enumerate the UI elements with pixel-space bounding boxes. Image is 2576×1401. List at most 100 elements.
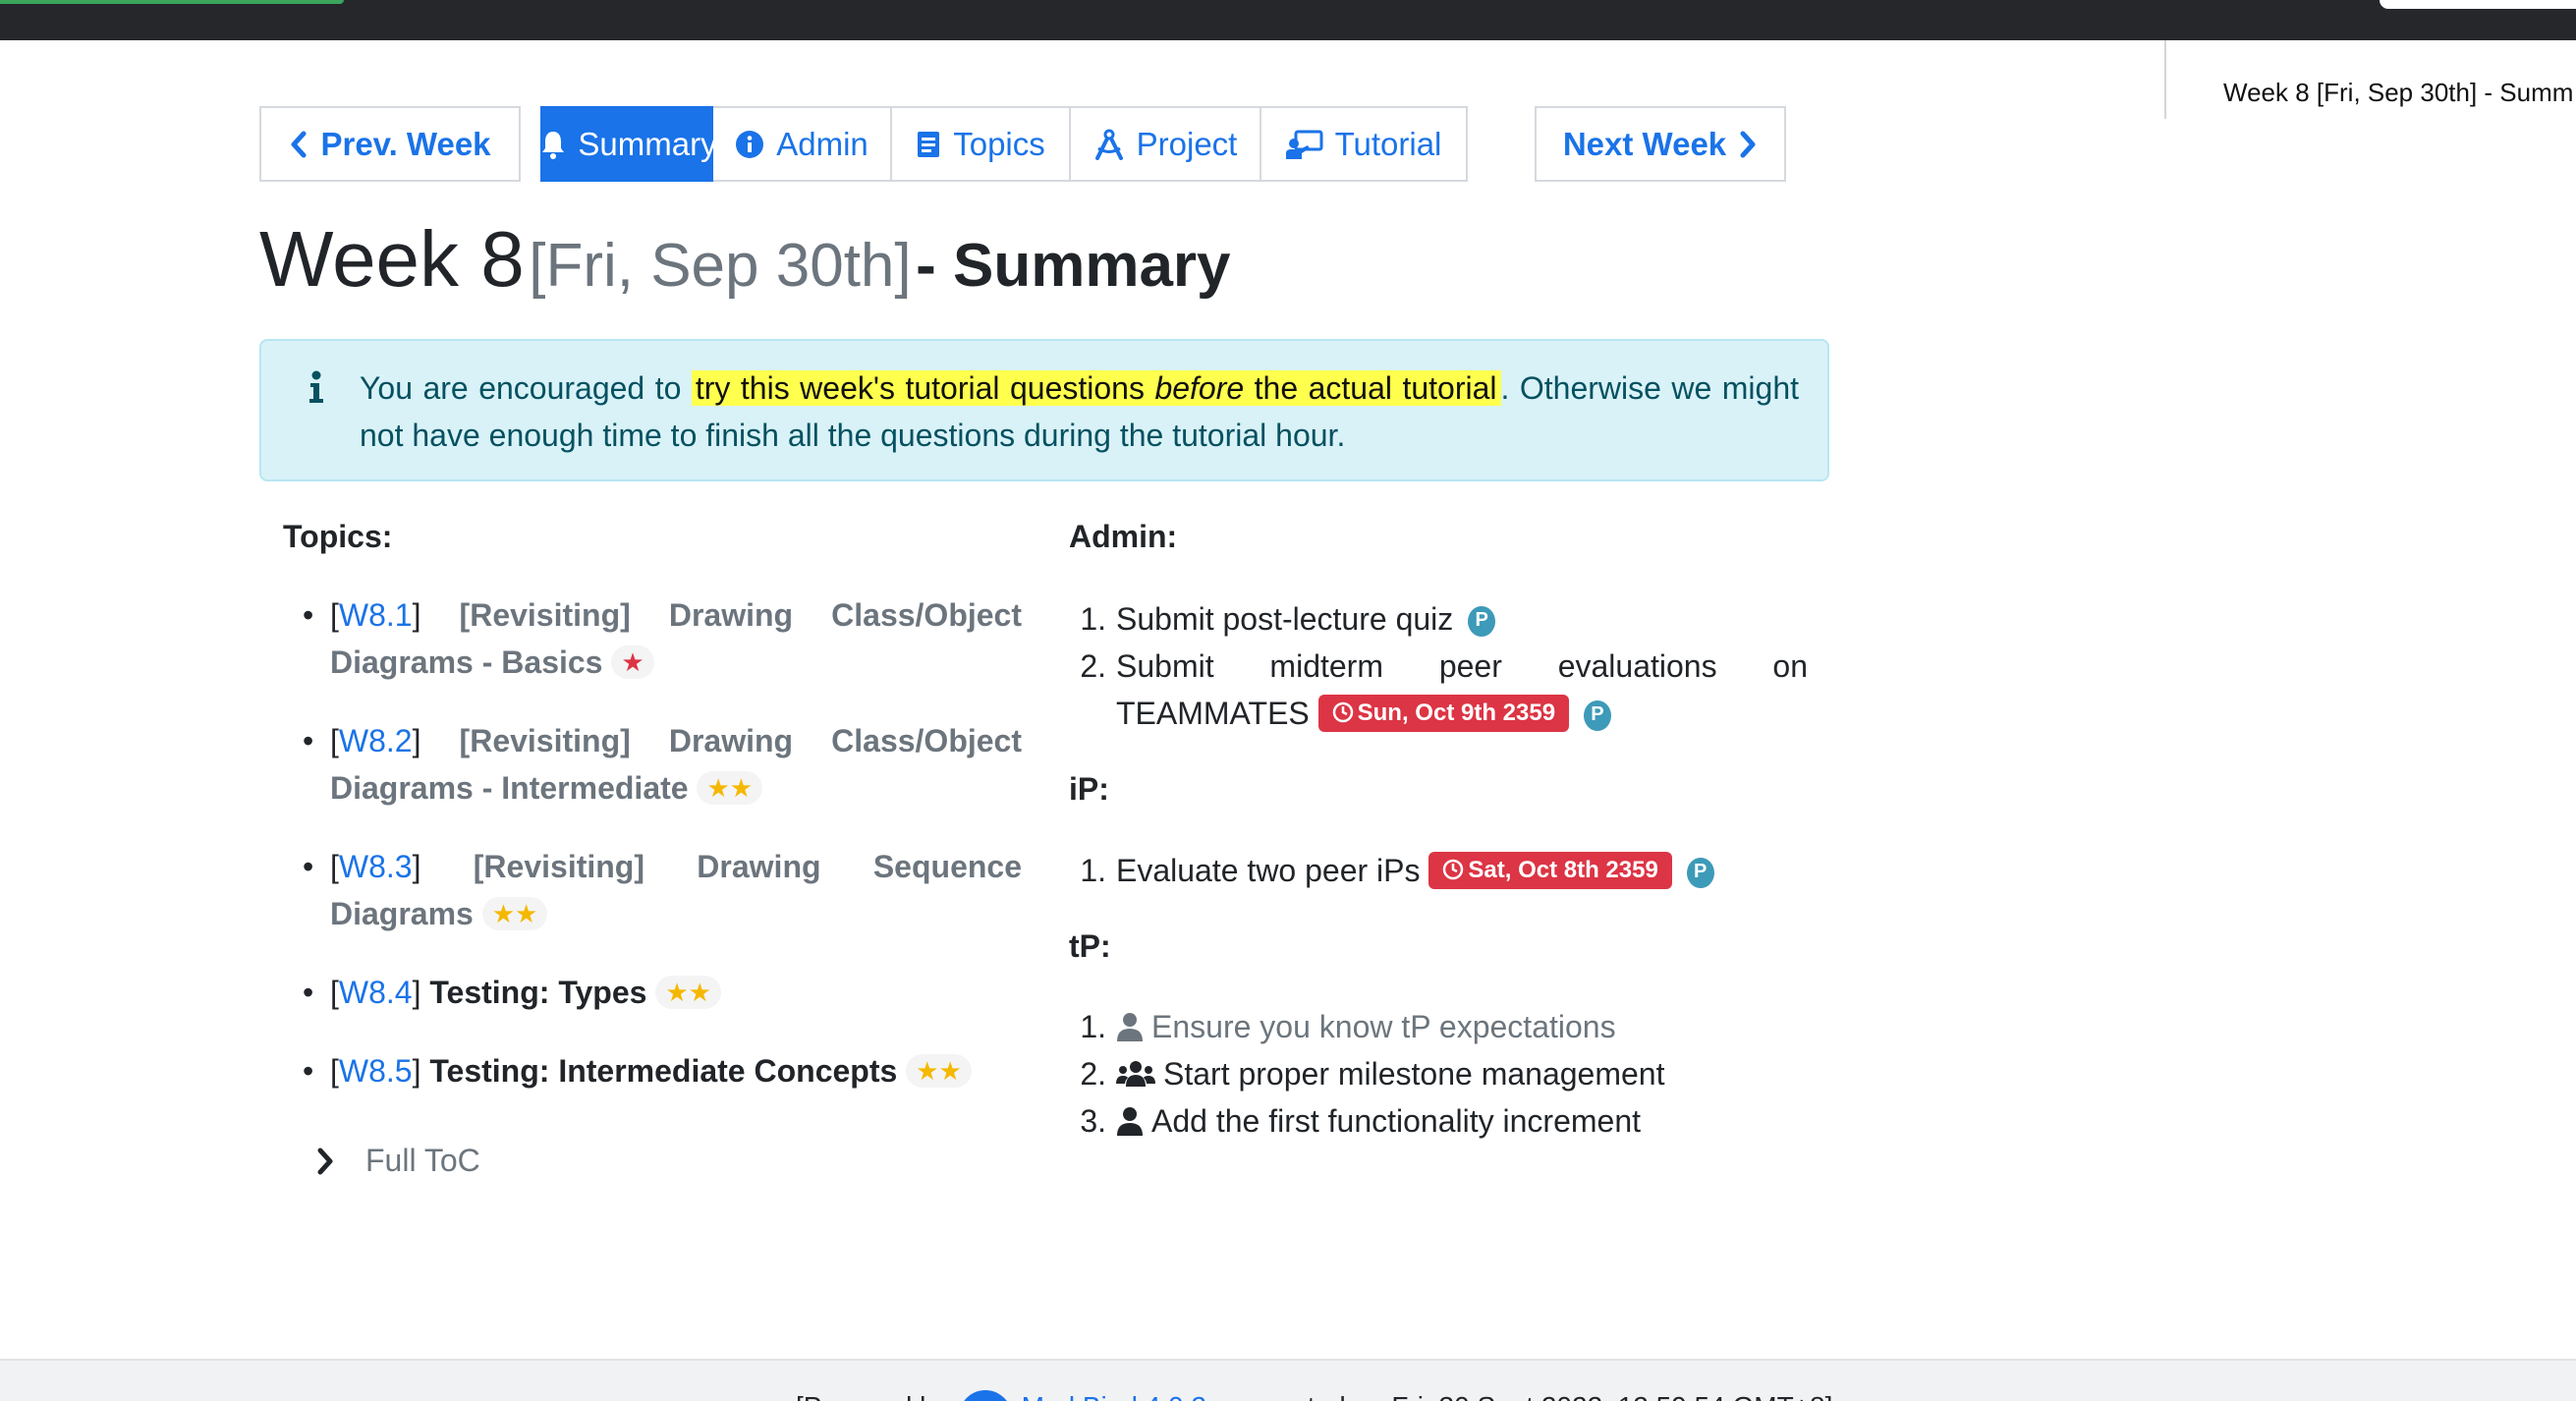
tab-project-label: Project [1136, 125, 1238, 162]
clock-icon [1443, 859, 1464, 880]
footer: [Powered by MarkBind 4.0.2, generated on … [0, 1359, 2576, 1401]
week-date: [Fri, Sep 30th] [529, 232, 912, 300]
list-number: 2. [1080, 648, 1106, 684]
list-number: 1. [1080, 601, 1106, 637]
user-icon [1117, 1107, 1143, 1136]
topics-heading: Topics: [283, 519, 393, 554]
page-title: Week 8 [Fri, Sep 30th] - Summary [259, 214, 1231, 305]
tab-topics[interactable]: Topics [892, 106, 1071, 182]
list-number: 3. [1080, 1103, 1106, 1139]
book-icon [918, 131, 940, 157]
alert-highlight-pre: try this week's tutorial questions [695, 370, 1155, 406]
topic-item: [W8.4] Testing: Types ★★ [283, 969, 1022, 1016]
topic-title: Testing: Intermediate Concepts [429, 1053, 898, 1089]
ip-item-text: Evaluate two peer iPs [1116, 853, 1421, 888]
tp-item: 3. Add the first functionality increment [1069, 1097, 1808, 1145]
alert-text-pre: You are encouraged to [360, 370, 692, 406]
chalkboard-teacher-icon [1285, 130, 1323, 159]
admin-item: 1. Submit post-lecture quiz P [1069, 595, 1808, 643]
deadline-badge: Sun, Oct 9th 2359 [1317, 695, 1570, 732]
topic-title: [Revisiting] Drawing Sequence Diagrams [330, 849, 1022, 931]
alert-highlight-post: the actual tutorial [1244, 370, 1497, 406]
star-rating-badge: ★★ [697, 771, 763, 805]
ip-item: 1. Evaluate two peer iPs Sat, Oct 8th 23… [1069, 847, 1808, 894]
next-week-label: Next Week [1562, 125, 1727, 162]
deadline-badge: Sat, Oct 8th 2359 [1428, 852, 1672, 889]
ip-list: 1. Evaluate two peer iPs Sat, Oct 8th 23… [1069, 847, 1808, 894]
tp-list: 1. Ensure you know tP expectations 2. St… [1069, 1003, 1808, 1145]
star-rating-badge: ★★ [655, 976, 721, 1009]
tab-admin[interactable]: Admin [713, 106, 892, 182]
tab-tutorial[interactable]: Tutorial [1261, 106, 1468, 182]
page-nav-panel: Week 8 [Fri, Sep 30th] - Summ [2164, 40, 2576, 119]
tab-tutorial-label: Tutorial [1334, 125, 1442, 162]
topic-item: [W8.1] [Revisiting] Drawing Class/Object… [283, 591, 1022, 686]
alert-highlight: try this week's tutorial questions befor… [691, 370, 1501, 406]
page-nav-link-title[interactable]: Week 8 [Fri, Sep 30th] - Summ [2223, 78, 2573, 108]
users-icon [1116, 1061, 1155, 1087]
tp-item-text: Start proper milestone management [1163, 1056, 1665, 1092]
footer-prefix: [Powered by [796, 1391, 949, 1401]
list-number: 1. [1080, 1009, 1106, 1044]
full-toc-label: Full ToC [365, 1143, 480, 1178]
navbar-accent [0, 0, 344, 4]
search-box[interactable] [2380, 0, 2576, 9]
tab-topics-label: Topics [953, 125, 1045, 162]
bell-icon [542, 131, 565, 159]
chevron-left-icon [291, 131, 307, 157]
ip-heading: iP: [1069, 771, 1109, 807]
top-navbar [0, 0, 2576, 40]
topic-link[interactable]: W8.2 [339, 723, 413, 758]
tp-item: 2. Start proper milestone management [1069, 1050, 1808, 1097]
topic-title: [Revisiting] Drawing Class/Object Diagra… [330, 597, 1023, 680]
tab-admin-label: Admin [776, 125, 868, 162]
page-title-suffix: - Summary [916, 232, 1231, 300]
chevron-right-icon [317, 1148, 333, 1174]
next-week-button[interactable]: Next Week [1535, 106, 1786, 182]
topic-title: [Revisiting] Drawing Class/Object Diagra… [330, 723, 1023, 806]
prev-week-button[interactable]: Prev. Week [259, 106, 521, 182]
star-rating-badge: ★★ [481, 897, 548, 930]
topic-item: [W8.5] Testing: Intermediate Concepts ★★ [283, 1047, 1022, 1094]
tp-item: 1. Ensure you know tP expectations [1069, 1003, 1808, 1050]
personal-badge[interactable]: P [1686, 858, 1714, 888]
tp-item-text: Ensure you know tP expectations [1151, 1009, 1616, 1044]
topic-link[interactable]: W8.4 [339, 975, 413, 1010]
full-toc-toggle[interactable]: Full ToC [316, 1143, 480, 1179]
drafting-compass-icon [1094, 129, 1123, 160]
star-rating-badge: ★★ [906, 1054, 972, 1088]
footer-suffix: , generated on Fri, 30 Sept 2022, 12:59:… [1206, 1391, 1832, 1401]
info-alert: You are encouraged to try this week's tu… [259, 339, 1829, 481]
markbind-link[interactable]: MarkBind 4.0.2 [1022, 1391, 1206, 1401]
deadline-text: Sat, Oct 8th 2359 [1468, 857, 1658, 883]
footer-text: [Powered by MarkBind 4.0.2, generated on … [796, 1390, 1832, 1401]
admin-item: 2. Submit midterm peer evaluations on TE… [1069, 643, 1808, 737]
markbind-logo [958, 1390, 1012, 1401]
alert-highlight-em: before [1154, 370, 1245, 406]
tp-item-text: Add the first functionality increment [1151, 1103, 1642, 1139]
topic-link[interactable]: W8.5 [339, 1053, 413, 1089]
clock-icon [1332, 701, 1353, 723]
topic-link[interactable]: W8.1 [339, 597, 413, 633]
topic-link[interactable]: W8.3 [339, 849, 413, 884]
chevron-right-icon [1740, 131, 1756, 157]
topics-list: [W8.1] [Revisiting] Drawing Class/Object… [283, 591, 1022, 1126]
alert-text: You are encouraged to try this week's tu… [360, 364, 1799, 459]
prev-week-label: Prev. Week [320, 125, 491, 162]
tab-project[interactable]: Project [1071, 106, 1261, 182]
week-number: Week 8 [259, 215, 525, 303]
admin-item-text: Submit post-lecture quiz [1116, 601, 1454, 637]
tp-heading: tP: [1069, 928, 1111, 964]
topic-item: [W8.3] [Revisiting] Drawing Sequence Dia… [283, 843, 1022, 937]
admin-heading: Admin: [1069, 519, 1178, 554]
topic-item: [W8.2] [Revisiting] Drawing Class/Object… [283, 717, 1022, 812]
personal-badge[interactable]: P [1583, 700, 1611, 731]
user-icon [1117, 1013, 1143, 1041]
personal-badge[interactable]: P [1468, 606, 1496, 637]
info-icon [309, 370, 323, 403]
topic-title: Testing: Types [429, 975, 647, 1010]
star-rating-badge: ★ [611, 645, 654, 679]
tab-summary[interactable]: Summary [540, 106, 717, 182]
list-number: 2. [1080, 1056, 1106, 1092]
tab-summary-label: Summary [578, 125, 717, 162]
